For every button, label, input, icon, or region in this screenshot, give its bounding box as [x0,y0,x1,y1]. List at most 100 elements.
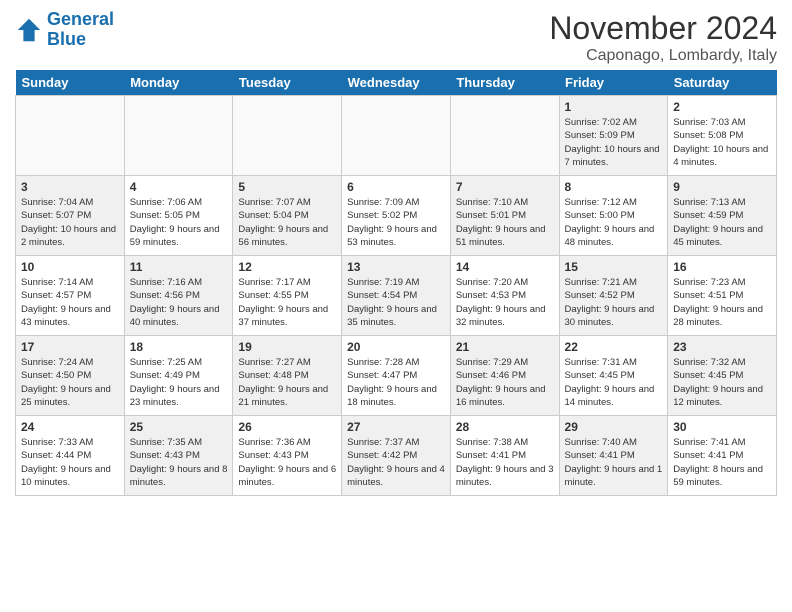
day-number-12: 12 [238,260,336,274]
calendar-cell-w0-d5: 1 Sunrise: 7:02 AM Sunset: 5:09 PM Daylig… [559,96,668,176]
day-number-26: 26 [238,420,336,434]
day-info-3: Sunrise: 7:04 AM Sunset: 5:07 PM Dayligh… [21,196,119,249]
day-number-5: 5 [238,180,336,194]
day-info-14: Sunrise: 7:20 AM Sunset: 4:53 PM Dayligh… [456,276,554,329]
header-thursday: Thursday [450,70,559,96]
calendar-cell-w3-d1: 18Sunrise: 7:25 AM Sunset: 4:49 PM Dayli… [124,336,233,416]
day-info-23: Sunrise: 7:32 AM Sunset: 4:45 PM Dayligh… [673,356,771,409]
header-friday: Friday [559,70,668,96]
day-info-6: Sunrise: 7:09 AM Sunset: 5:02 PM Dayligh… [347,196,445,249]
day-number-11: 11 [130,260,228,274]
day-info-13: Sunrise: 7:19 AM Sunset: 4:54 PM Dayligh… [347,276,445,329]
day-number-17: 17 [21,340,119,354]
day-number-22: 22 [565,340,663,354]
day-info-16: Sunrise: 7:23 AM Sunset: 4:51 PM Dayligh… [673,276,771,329]
logo-line2: Blue [47,29,86,49]
calendar-cell-w4-d5: 29Sunrise: 7:40 AM Sunset: 4:41 PM Dayli… [559,416,668,496]
calendar-header-row: Sunday Monday Tuesday Wednesday Thursday… [16,70,777,96]
day-info-7: Sunrise: 7:10 AM Sunset: 5:01 PM Dayligh… [456,196,554,249]
page-container: General Blue November 2024 Caponago, Lom… [0,0,792,506]
location-title: Caponago, Lombardy, Italy [549,47,777,65]
day-number-7: 7 [456,180,554,194]
week-row-3: 17 Sunrise: 7:24 AM Sunset: 4:50 PM Dayli… [16,336,777,416]
day-info-9: Sunrise: 7:13 AM Sunset: 4:59 PM Dayligh… [673,196,771,249]
day-info-17: Sunrise: 7:24 AM Sunset: 4:50 PM Dayligh… [21,356,119,409]
header-wednesday: Wednesday [342,70,451,96]
logo: General Blue [15,10,114,50]
calendar-cell-w4-d0: 24Sunrise: 7:33 AM Sunset: 4:44 PM Dayli… [16,416,125,496]
calendar-cell-w3-d0: 17 Sunrise: 7:24 AM Sunset: 4:50 PM Dayli… [16,336,125,416]
calendar-cell-w1-d4: 7 Sunrise: 7:10 AM Sunset: 5:01 PM Daylig… [450,176,559,256]
calendar-cell-w1-d2: 5 Sunrise: 7:07 AM Sunset: 5:04 PM Daylig… [233,176,342,256]
day-number-9: 9 [673,180,771,194]
week-row-1: 3 Sunrise: 7:04 AM Sunset: 5:07 PM Daylig… [16,176,777,256]
calendar-cell-w4-d6: 30 Sunrise: 7:41 AM Sunset: 4:41 PM Dayli… [668,416,777,496]
day-number-19: 19 [238,340,336,354]
calendar-cell-w1-d1: 4Sunrise: 7:06 AM Sunset: 5:05 PM Daylig… [124,176,233,256]
day-info-1: Sunrise: 7:02 AM Sunset: 5:09 PM Dayligh… [565,116,663,169]
week-row-2: 10Sunrise: 7:14 AM Sunset: 4:57 PM Dayli… [16,256,777,336]
day-info-15: Sunrise: 7:21 AM Sunset: 4:52 PM Dayligh… [565,276,663,329]
day-number-28: 28 [456,420,554,434]
calendar-cell-w2-d2: 12 Sunrise: 7:17 AM Sunset: 4:55 PM Dayli… [233,256,342,336]
calendar-cell-w2-d6: 16Sunrise: 7:23 AM Sunset: 4:51 PM Dayli… [668,256,777,336]
logo-icon [15,16,43,44]
header-monday: Monday [124,70,233,96]
calendar-cell-w4-d1: 25 Sunrise: 7:35 AM Sunset: 4:43 PM Dayli… [124,416,233,496]
day-number-30: 30 [673,420,771,434]
day-number-25: 25 [130,420,228,434]
day-info-20: Sunrise: 7:28 AM Sunset: 4:47 PM Dayligh… [347,356,445,409]
day-info-25: Sunrise: 7:35 AM Sunset: 4:43 PM Dayligh… [130,436,228,489]
calendar-cell-w0-d2 [233,96,342,176]
day-number-3: 3 [21,180,119,194]
day-info-19: Sunrise: 7:27 AM Sunset: 4:48 PM Dayligh… [238,356,336,409]
month-title: November 2024 [549,10,777,47]
title-block: November 2024 Caponago, Lombardy, Italy [549,10,777,65]
day-number-2: 2 [673,100,771,114]
calendar-cell-w3-d4: 21 Sunrise: 7:29 AM Sunset: 4:46 PM Dayli… [450,336,559,416]
day-info-27: Sunrise: 7:37 AM Sunset: 4:42 PM Dayligh… [347,436,445,489]
day-number-21: 21 [456,340,554,354]
day-info-28: Sunrise: 7:38 AM Sunset: 4:41 PM Dayligh… [456,436,554,489]
calendar-cell-w4-d3: 27 Sunrise: 7:37 AM Sunset: 4:42 PM Dayli… [342,416,451,496]
calendar-cell-w2-d5: 15 Sunrise: 7:21 AM Sunset: 4:52 PM Dayli… [559,256,668,336]
day-number-23: 23 [673,340,771,354]
calendar-cell-w1-d3: 6 Sunrise: 7:09 AM Sunset: 5:02 PM Daylig… [342,176,451,256]
day-info-22: Sunrise: 7:31 AM Sunset: 4:45 PM Dayligh… [565,356,663,409]
day-info-11: Sunrise: 7:16 AM Sunset: 4:56 PM Dayligh… [130,276,228,329]
calendar-cell-w2-d0: 10Sunrise: 7:14 AM Sunset: 4:57 PM Dayli… [16,256,125,336]
logo-line1: General [47,9,114,29]
day-info-21: Sunrise: 7:29 AM Sunset: 4:46 PM Dayligh… [456,356,554,409]
day-number-10: 10 [21,260,119,274]
calendar-cell-w0-d0 [16,96,125,176]
day-number-14: 14 [456,260,554,274]
calendar-cell-w2-d1: 11 Sunrise: 7:16 AM Sunset: 4:56 PM Dayli… [124,256,233,336]
day-number-18: 18 [130,340,228,354]
header: General Blue November 2024 Caponago, Lom… [15,10,777,65]
day-number-8: 8 [565,180,663,194]
day-info-24: Sunrise: 7:33 AM Sunset: 4:44 PM Dayligh… [21,436,119,489]
day-info-30: Sunrise: 7:41 AM Sunset: 4:41 PM Dayligh… [673,436,771,489]
logo-text: General Blue [47,10,114,50]
calendar-cell-w1-d5: 8 Sunrise: 7:12 AM Sunset: 5:00 PM Daylig… [559,176,668,256]
day-info-12: Sunrise: 7:17 AM Sunset: 4:55 PM Dayligh… [238,276,336,329]
calendar-cell-w4-d2: 26Sunrise: 7:36 AM Sunset: 4:43 PM Dayli… [233,416,342,496]
day-number-4: 4 [130,180,228,194]
day-number-13: 13 [347,260,445,274]
day-number-20: 20 [347,340,445,354]
day-info-8: Sunrise: 7:12 AM Sunset: 5:00 PM Dayligh… [565,196,663,249]
calendar-cell-w1-d0: 3 Sunrise: 7:04 AM Sunset: 5:07 PM Daylig… [16,176,125,256]
header-saturday: Saturday [668,70,777,96]
day-number-27: 27 [347,420,445,434]
day-info-5: Sunrise: 7:07 AM Sunset: 5:04 PM Dayligh… [238,196,336,249]
calendar-cell-w3-d5: 22 Sunrise: 7:31 AM Sunset: 4:45 PM Dayli… [559,336,668,416]
day-number-6: 6 [347,180,445,194]
day-number-1: 1 [565,100,663,114]
header-tuesday: Tuesday [233,70,342,96]
calendar-cell-w1-d6: 9 Sunrise: 7:13 AM Sunset: 4:59 PM Daylig… [668,176,777,256]
week-row-4: 24Sunrise: 7:33 AM Sunset: 4:44 PM Dayli… [16,416,777,496]
calendar-cell-w0-d1 [124,96,233,176]
day-info-29: Sunrise: 7:40 AM Sunset: 4:41 PM Dayligh… [565,436,663,489]
calendar-cell-w4-d4: 28 Sunrise: 7:38 AM Sunset: 4:41 PM Dayli… [450,416,559,496]
day-number-15: 15 [565,260,663,274]
